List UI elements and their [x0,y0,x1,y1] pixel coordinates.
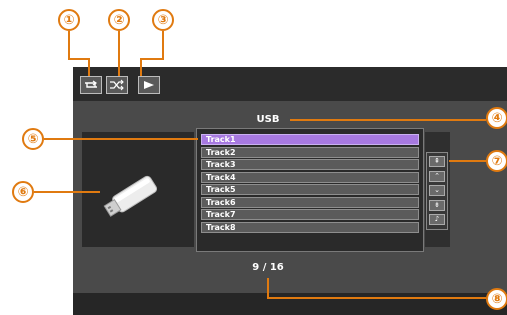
usb-panel [82,132,194,247]
callout-7: ⑦ [486,150,507,172]
chevron-up-icon: ⌃ [434,171,440,180]
page-up-icon: ⇞ [434,157,440,165]
track-counter: 9 / 16 [252,262,284,273]
list-item[interactable]: Track1 [201,134,419,145]
track-list[interactable]: Track1 Track2 Track3 Track4 Track5 Track… [196,128,424,252]
list-item[interactable]: Track5 [201,184,419,196]
now-playing-button[interactable]: ♪ [429,214,445,226]
scroll-up-button[interactable]: ⌃ [429,170,445,182]
shuffle-icon [110,79,124,91]
music-note-icon: ♪ [434,215,440,224]
page-down-icon: ⇟ [434,200,440,209]
usb-drive-icon [103,175,158,217]
callout-5: ⑤ [22,128,44,150]
list-item[interactable]: Track4 [201,171,419,183]
source-label: USB [256,114,280,125]
list-navigation: ⇞ ⌃ ⌄ ⇟ ♪ [426,152,448,230]
play-button[interactable] [138,76,160,94]
callout-8: ⑧ [486,288,507,310]
list-item[interactable]: Track6 [201,196,419,208]
list-item[interactable]: Track3 [201,159,419,171]
page-up-button[interactable]: ⇞ [429,156,445,167]
list-item[interactable]: Track7 [201,209,419,221]
callout-4: ④ [486,107,507,129]
callout-6: ⑥ [12,181,34,203]
scroll-down-button[interactable]: ⌄ [429,185,445,197]
chevron-down-icon: ⌄ [434,186,440,195]
shuffle-button[interactable] [106,76,128,94]
callout-2: ② [108,9,130,31]
list-item[interactable]: Track2 [201,146,419,158]
callout-1: ① [58,9,80,31]
repeat-button[interactable] [80,76,102,94]
repeat-icon [85,80,98,88]
callout-3: ③ [152,9,174,31]
play-icon [144,81,154,89]
list-item[interactable]: Track8 [201,221,419,233]
page-down-button[interactable]: ⇟ [429,199,445,211]
